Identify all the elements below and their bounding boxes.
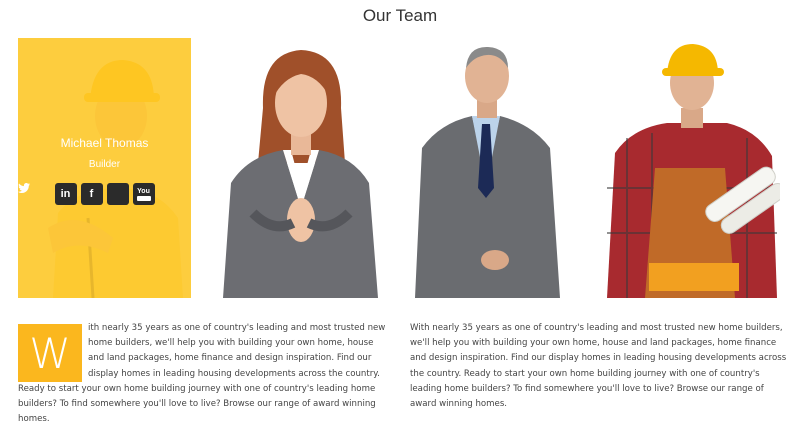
member-name: Michael Thomas [60,136,149,150]
youtube-glyph: You [137,187,150,195]
construction-worker-photo [607,38,780,298]
team-grid: Michael Thomas Builder in f You [0,38,800,298]
businessman-photo [410,38,583,298]
about-paragraph-1: ith nearly 35 years as one of country's … [18,321,388,427]
team-card-3[interactable] [410,38,583,298]
team-card-4[interactable] [607,38,780,298]
section-title: Our Team [362,6,438,25]
twitter-icon[interactable] [18,183,129,205]
member-role: Builder [88,159,121,170]
youtube-icon[interactable]: You [132,183,155,205]
team-card-2[interactable] [213,38,386,298]
about-paragraph-2: With nearly 35 years as one of country's… [410,323,787,410]
team-card-featured[interactable]: Michael Thomas Builder in f You [18,38,191,298]
businesswoman-photo [213,38,386,298]
linkedin-icon[interactable]: in [54,183,77,205]
facebook-icon[interactable]: f [80,183,103,205]
social-links: in f You [18,183,191,205]
